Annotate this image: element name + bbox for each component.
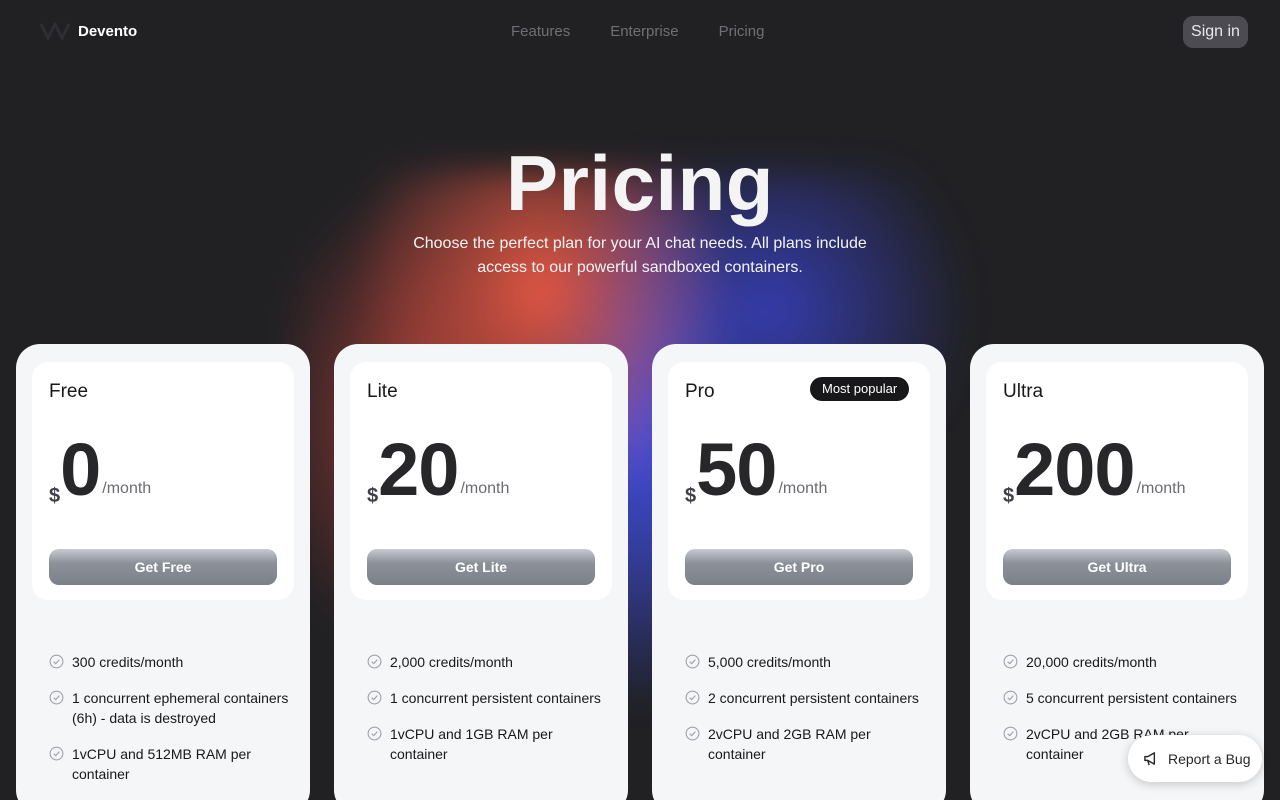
nav-features[interactable]: Features — [511, 23, 570, 40]
get-pro-button[interactable]: Get Pro — [685, 549, 913, 585]
most-popular-badge: Most popular — [810, 377, 910, 401]
plan-name: Ultra — [1003, 381, 1044, 402]
check-circle-icon — [685, 654, 700, 669]
plan-price: $ 20 /month — [367, 430, 509, 510]
plan-name: Free — [49, 381, 89, 402]
price-currency: $ — [49, 485, 61, 507]
price-amount: 50 — [696, 428, 777, 511]
feature-item: 1vCPU and 512MB RAM per container — [49, 744, 289, 784]
feature-item: 20,000 credits/month — [1003, 652, 1243, 672]
nav-enterprise[interactable]: Enterprise — [610, 23, 678, 40]
feature-text: 1 concurrent persistent containers — [390, 690, 601, 706]
sign-in-button[interactable]: Sign in — [1183, 16, 1248, 48]
price-amount: 20 — [378, 428, 459, 511]
feature-item: 5,000 credits/month — [685, 652, 925, 672]
get-lite-button[interactable]: Get Lite — [367, 549, 595, 585]
feature-text: 2,000 credits/month — [390, 654, 513, 670]
plan-header: Pro Most popular $ 50 /month Get Pro — [668, 362, 930, 600]
nav-pricing[interactable]: Pricing — [719, 23, 765, 40]
check-circle-icon — [367, 690, 382, 705]
feature-item: 2,000 credits/month — [367, 652, 607, 672]
pricing-cards: Free $ 0 /month Get Free 300 credits/mon… — [16, 344, 1264, 800]
price-amount: 200 — [1014, 428, 1135, 511]
check-circle-icon — [367, 726, 382, 741]
price-currency: $ — [1003, 485, 1015, 507]
plan-price: $ 200 /month — [1003, 430, 1186, 510]
feature-list: 5,000 credits/month 2 concurrent persist… — [685, 652, 925, 780]
plan-card-ultra: Ultra $ 200 /month Get Ultra 20,000 cred… — [970, 344, 1264, 800]
feature-text: 5,000 credits/month — [708, 654, 831, 670]
check-circle-icon — [1003, 654, 1018, 669]
feature-list: 2,000 credits/month 1 concurrent persist… — [367, 652, 607, 780]
plan-name: Pro — [685, 381, 715, 402]
check-circle-icon — [685, 726, 700, 741]
get-ultra-button[interactable]: Get Ultra — [1003, 549, 1231, 585]
feature-text: 1 concurrent ephemeral containers (6h) -… — [72, 690, 289, 726]
price-period: /month — [460, 480, 510, 497]
feature-item: 300 credits/month — [49, 652, 289, 672]
main-nav: Features Enterprise Pricing — [511, 23, 764, 40]
plan-name: Lite — [367, 381, 398, 402]
page-title: Pricing — [506, 139, 774, 227]
price-currency: $ — [367, 485, 379, 507]
feature-text: 2 concurrent persistent containers — [708, 690, 919, 706]
plan-card-lite: Lite $ 20 /month Get Lite 2,000 credits/… — [334, 344, 628, 800]
check-circle-icon — [685, 690, 700, 705]
megaphone-icon — [1144, 752, 1156, 766]
plan-price: $ 50 /month — [685, 430, 827, 510]
feature-text: 2vCPU and 2GB RAM per container — [708, 726, 871, 762]
feature-text: 300 credits/month — [72, 654, 184, 670]
feature-item: 1vCPU and 1GB RAM per container — [367, 724, 607, 764]
feature-item: 5 concurrent persistent containers — [1003, 688, 1243, 708]
feature-text: 20,000 credits/month — [1026, 654, 1157, 670]
plan-header: Free $ 0 /month Get Free — [32, 362, 294, 600]
feature-item: 1 concurrent ephemeral containers (6h) -… — [49, 688, 289, 728]
plan-header: Lite $ 20 /month Get Lite — [350, 362, 612, 600]
feature-list: 300 credits/month 1 concurrent ephemeral… — [49, 652, 289, 800]
price-amount: 0 — [60, 428, 101, 511]
check-circle-icon — [49, 654, 64, 669]
plan-price: $ 0 /month — [49, 430, 151, 510]
check-circle-icon — [1003, 690, 1018, 705]
feature-item: 1 concurrent persistent containers — [367, 688, 607, 708]
devento-logo-icon[interactable] — [40, 22, 70, 40]
report-bug-button[interactable]: Report a Bug — [1128, 735, 1262, 782]
report-bug-label: Report a Bug — [1168, 750, 1251, 767]
feature-item: 2vCPU and 2GB RAM per container — [685, 724, 925, 764]
top-nav: Devento Features Enterprise Pricing Sign… — [0, 0, 1280, 64]
feature-item: 2 concurrent persistent containers — [685, 688, 925, 708]
feature-text: 1vCPU and 512MB RAM per container — [72, 746, 251, 782]
plan-card-pro: Pro Most popular $ 50 /month Get Pro 5,0… — [652, 344, 946, 800]
price-period: /month — [1136, 480, 1186, 497]
check-circle-icon — [1003, 726, 1018, 741]
feature-text: 1vCPU and 1GB RAM per container — [390, 726, 553, 762]
price-period: /month — [102, 480, 152, 497]
check-circle-icon — [49, 690, 64, 705]
feature-text: 5 concurrent persistent containers — [1026, 690, 1237, 706]
plan-card-free: Free $ 0 /month Get Free 300 credits/mon… — [16, 344, 310, 800]
plan-header: Ultra $ 200 /month Get Ultra — [986, 362, 1248, 600]
check-circle-icon — [367, 654, 382, 669]
page-subtitle: Choose the perfect plan for your AI chat… — [413, 235, 867, 276]
price-period: /month — [778, 480, 828, 497]
price-currency: $ — [685, 485, 697, 507]
get-free-button[interactable]: Get Free — [49, 549, 277, 585]
check-circle-icon — [49, 746, 64, 761]
brand-name[interactable]: Devento — [78, 23, 137, 40]
